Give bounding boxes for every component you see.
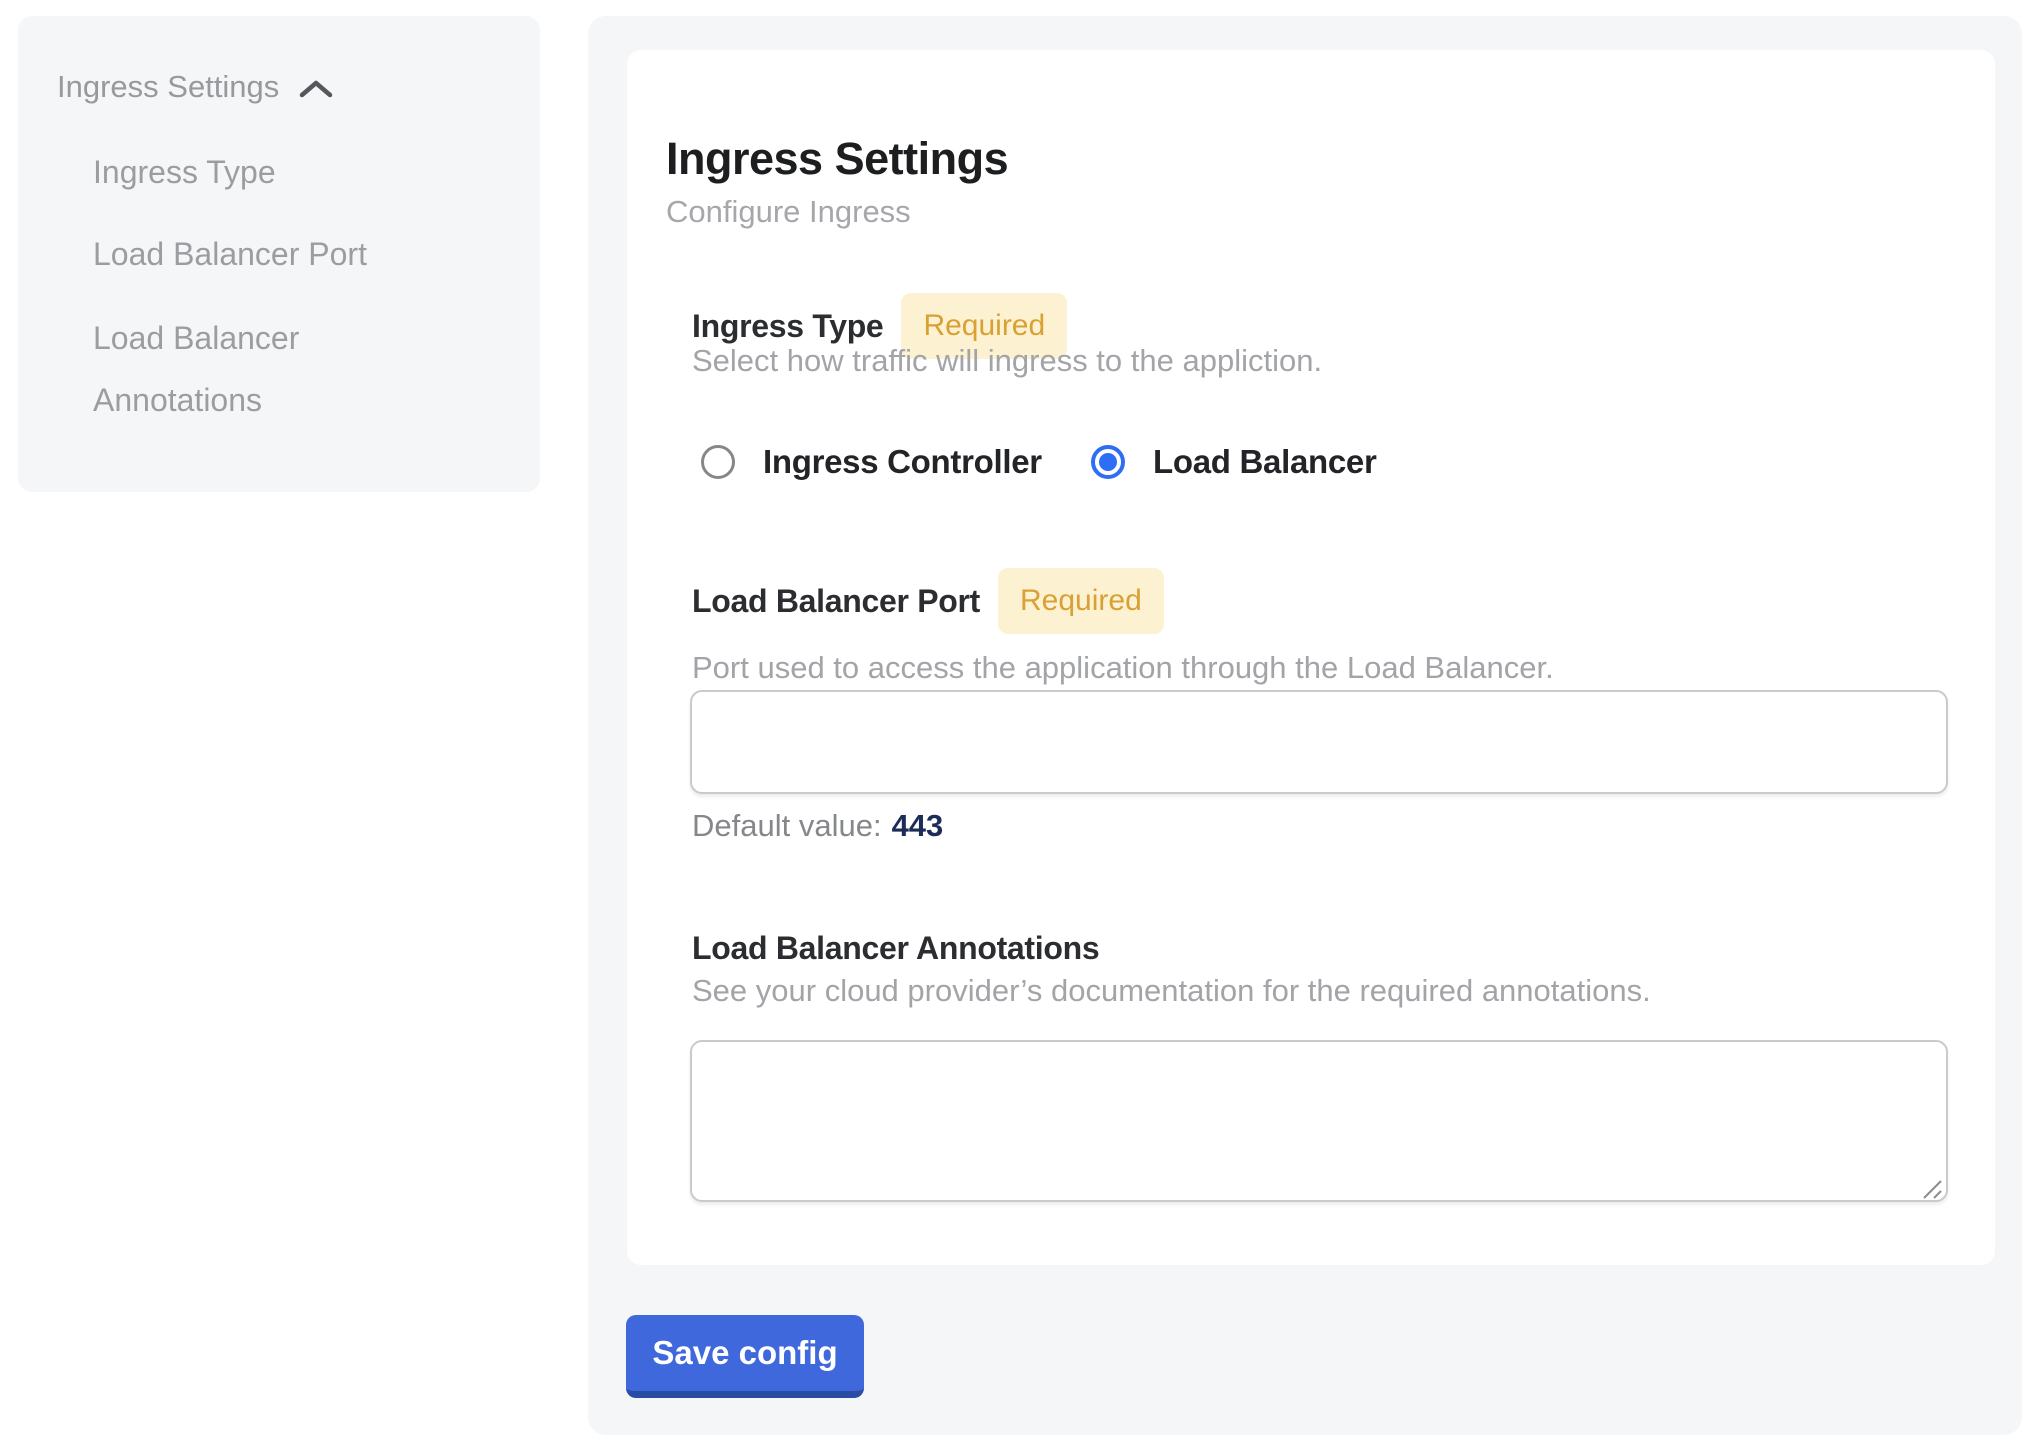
sidebar-section-label: Ingress Settings (57, 67, 279, 107)
settings-nav-sidebar: Ingress Settings Ingress Type Load Balan… (18, 16, 540, 492)
radio-label-load-balancer: Load Balancer (1153, 443, 1377, 481)
main-panel: Ingress Settings Configure Ingress Ingre… (588, 16, 2022, 1435)
ingress-type-radio-group: Ingress Controller Load Balancer (627, 443, 1995, 483)
chevron-up-icon (299, 80, 333, 98)
required-badge: Required (998, 568, 1164, 634)
load-balancer-annotations-textarea[interactable] (690, 1040, 1948, 1202)
ingress-settings-card: Ingress Settings Configure Ingress Ingre… (627, 50, 1995, 1265)
sidebar-section-ingress-settings[interactable]: Ingress Settings (57, 67, 333, 107)
ingress-type-heading: Ingress Type (692, 308, 883, 345)
sidebar-item-ingress-type[interactable]: Ingress Type (93, 154, 276, 190)
page-subtitle: Configure Ingress (666, 193, 911, 230)
sidebar-item-load-balancer-port[interactable]: Load Balancer Port (93, 236, 367, 272)
radio-ingress-controller[interactable] (701, 445, 735, 479)
load-balancer-annotations-description: See your cloud provider’s documentation … (692, 972, 1651, 1009)
load-balancer-port-heading: Load Balancer Port (692, 583, 980, 620)
radio-load-balancer[interactable] (1091, 445, 1125, 479)
load-balancer-port-input[interactable] (690, 690, 1948, 794)
default-value-row: Default value: 443 (692, 807, 943, 844)
radio-label-ingress-controller: Ingress Controller (763, 443, 1042, 481)
sidebar-item-load-balancer-annotations[interactable]: Load Balancer Annotations (93, 307, 433, 431)
radio-option-load-balancer[interactable]: Load Balancer (1091, 443, 1377, 481)
load-balancer-port-heading-row: Load Balancer Port Required (692, 565, 1164, 637)
load-balancer-annotations-heading: Load Balancer Annotations (692, 930, 1099, 967)
save-config-button[interactable]: Save config (626, 1315, 864, 1398)
page-title: Ingress Settings (666, 134, 1008, 184)
default-value-number: 443 (892, 807, 944, 844)
page: { "sidebar": { "header_label": "Ingress … (0, 0, 2036, 1452)
load-balancer-port-description: Port used to access the application thro… (692, 649, 1554, 686)
default-value-label: Default value: (692, 807, 882, 844)
radio-option-ingress-controller[interactable]: Ingress Controller (701, 443, 1042, 481)
ingress-type-description: Select how traffic will ingress to the a… (692, 342, 1322, 379)
